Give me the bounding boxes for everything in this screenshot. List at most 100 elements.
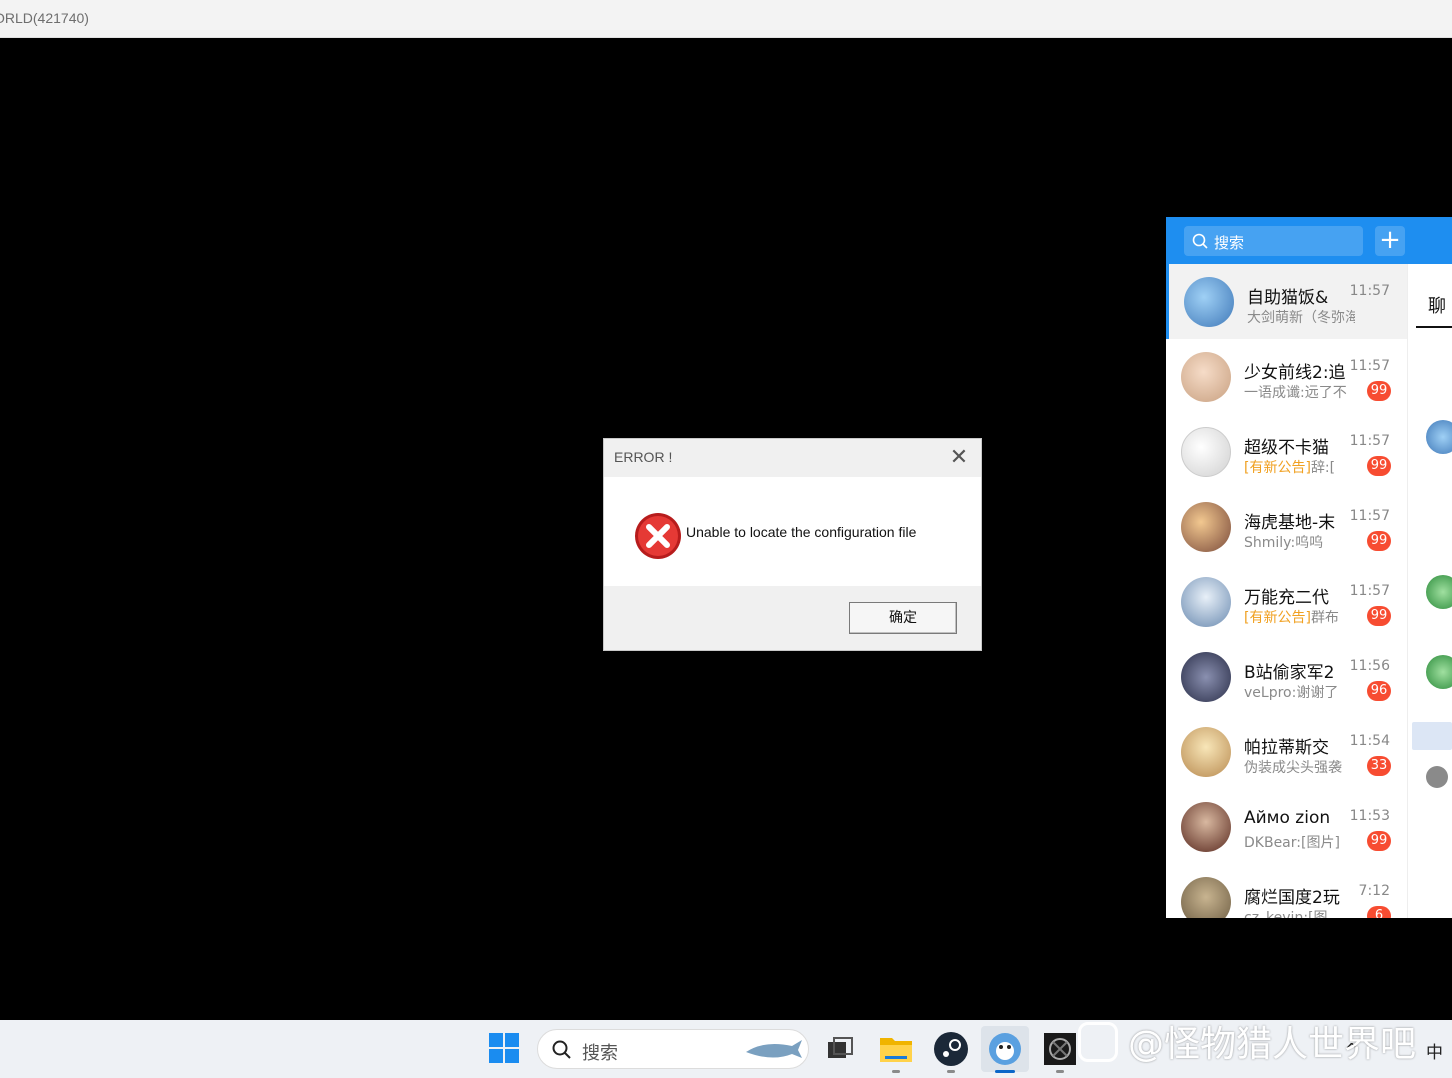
windows-start-icon[interactable] (489, 1033, 519, 1063)
search-icon (552, 1040, 571, 1059)
chat-item[interactable]: 帕拉蒂斯交 11:54 伪装成尖头强袭 33 (1166, 714, 1407, 789)
chat-preview: veLpro:谢谢了 (1244, 682, 1352, 702)
chat-item[interactable]: 超级不卡猫 11:57 [有新公告]辞:[ 99 (1166, 414, 1407, 489)
window-title: ORLD(421740) (0, 10, 89, 26)
error-icon (635, 513, 681, 559)
chat-notice: [有新公告] (1244, 610, 1311, 626)
unread-badge: 99 (1367, 831, 1391, 851)
qq-header: 搜索 + (1166, 217, 1452, 264)
reply-preview[interactable] (1412, 722, 1452, 750)
unread-badge: 96 (1367, 681, 1391, 701)
chat-item[interactable]: Аймо zion 11:53 DKBear:[图片] 99 (1166, 789, 1407, 864)
chat-item[interactable]: 自助猫饭& 11:57 大剑萌新（冬弥海潮 (1166, 264, 1407, 339)
chat-name: 腐烂国度2玩 (1244, 888, 1340, 908)
unread-badge: 99 (1367, 381, 1391, 401)
chat-name: B站偷家军2 (1244, 663, 1335, 683)
chat-time: 11:57 (1349, 358, 1390, 374)
taskbar-search-input[interactable]: 搜索 (537, 1029, 809, 1069)
unread-badge: 33 (1367, 756, 1391, 776)
chat-time: 11:57 (1349, 508, 1390, 524)
chat-time: 11:53 (1349, 808, 1390, 824)
chat-list: 自助猫饭& 11:57 大剑萌新（冬弥海潮 少女前线2:追 11:57 一语成谶… (1166, 264, 1407, 918)
chat-preview-text: 群布 (1310, 610, 1339, 626)
chat-preview: DKBear:[图片] (1244, 832, 1352, 852)
ok-button[interactable]: 确定 (849, 602, 957, 634)
avatar (1181, 427, 1231, 477)
error-dialog: ERROR ! ✕ Unable to locate the configura… (603, 438, 982, 651)
game-window-titlebar[interactable]: ORLD(421740) (0, 0, 1452, 38)
close-icon[interactable]: ✕ (945, 445, 973, 471)
chat-preview-text: 辞:[ (1310, 460, 1336, 476)
steam-icon[interactable] (932, 1030, 970, 1068)
unread-badge: 6 (1367, 906, 1391, 918)
running-indicator (892, 1070, 900, 1073)
running-indicator (1056, 1070, 1064, 1073)
chat-item[interactable]: 少女前线2:追 11:57 一语成谶:远了不 99 (1166, 339, 1407, 414)
chat-preview-text: veLpro:谢谢了 (1244, 685, 1339, 701)
avatar (1181, 802, 1231, 852)
chat-preview: [有新公告]群布 (1244, 607, 1352, 627)
chat-item[interactable]: B站偷家军2 11:56 veLpro:谢谢了 96 (1166, 639, 1407, 714)
chat-name: 海虎基地-末 (1244, 513, 1336, 533)
ime-indicator[interactable]: 中 (1426, 1038, 1443, 1063)
avatar (1181, 502, 1231, 552)
avatar (1184, 277, 1234, 327)
search-icon (1192, 233, 1208, 249)
chat-time: 11:57 (1349, 433, 1390, 449)
game-icon[interactable] (1041, 1030, 1079, 1068)
avatar (1181, 652, 1231, 702)
chat-name: 自助猫饭& (1247, 288, 1329, 308)
chat-time: 11:54 (1349, 733, 1390, 749)
dialog-titlebar[interactable]: ERROR ! ✕ (604, 439, 981, 477)
avatar[interactable] (1426, 575, 1452, 609)
chat-preview-text: 伪装成尖头强袭 (1244, 760, 1342, 776)
chat-time: 11:56 (1349, 658, 1390, 674)
chat-item[interactable]: 海虎基地-末 11:57 Shmily:呜呜 99 (1166, 489, 1407, 564)
chat-preview: 伪装成尖头强袭 (1244, 757, 1352, 777)
qq-icon[interactable] (986, 1030, 1024, 1068)
weibo-logo-icon (1078, 1022, 1118, 1062)
chat-preview-text: Shmily:呜呜 (1244, 535, 1324, 551)
chat-preview: 大剑萌新（冬弥海潮 (1247, 307, 1355, 327)
active-indicator (995, 1070, 1015, 1073)
chat-name: 超级不卡猫 (1244, 438, 1329, 458)
avatar (1181, 727, 1231, 777)
watermark: @怪物猎人世界吧 (1078, 1015, 1416, 1065)
dialog-body: Unable to locate the configuration file (604, 477, 981, 586)
qq-search-placeholder: 搜索 (1214, 234, 1245, 252)
dialog-message: Unable to locate the configuration file (686, 524, 917, 540)
chat-preview: cz_kevin:[图 (1244, 907, 1352, 918)
unread-badge: 99 (1367, 531, 1391, 551)
unread-badge: 99 (1367, 606, 1391, 626)
taskbar-search-placeholder: 搜索 (582, 1043, 618, 1064)
chat-name: 帕拉蒂斯交 (1244, 738, 1329, 758)
chat-notice: [有新公告] (1244, 460, 1311, 476)
chat-time: 11:57 (1349, 283, 1390, 299)
shark-icon (746, 1040, 802, 1058)
avatar[interactable] (1426, 655, 1452, 689)
qq-search-input[interactable]: 搜索 (1184, 226, 1363, 256)
watermark-text: @怪物猎人世界吧 (1128, 1024, 1417, 1065)
avatar (1181, 877, 1231, 918)
chat-item[interactable]: 腐烂国度2玩 7:12 cz_kevin:[图 6 (1166, 864, 1407, 918)
add-button[interactable]: + (1375, 226, 1405, 256)
chat-preview-text: cz_kevin:[图 (1244, 910, 1328, 918)
avatar[interactable] (1426, 420, 1452, 454)
chat-name: 万能充二代 (1244, 588, 1329, 608)
unread-badge: 99 (1367, 456, 1391, 476)
chat-item[interactable]: 万能充二代 11:57 [有新公告]群布 99 (1166, 564, 1407, 639)
running-indicator (947, 1070, 955, 1073)
emoji-icon[interactable] (1426, 766, 1448, 788)
chat-time: 7:12 (1358, 883, 1390, 899)
chat-name: 少女前线2:追 (1244, 363, 1346, 383)
chat-preview: Shmily:呜呜 (1244, 532, 1352, 552)
avatar (1181, 577, 1231, 627)
task-view-icon[interactable] (822, 1030, 860, 1068)
chat-preview: 一语成谶:远了不 (1244, 382, 1352, 402)
chat-preview-text: 大剑萌新（冬弥海潮 (1247, 310, 1355, 326)
file-explorer-icon[interactable] (877, 1030, 915, 1068)
chat-preview-text: 一语成谶:远了不 (1244, 385, 1347, 401)
tab-chat[interactable]: 聊 (1428, 292, 1446, 318)
chat-preview: [有新公告]辞:[ (1244, 457, 1352, 477)
dialog-title: ERROR ! (614, 449, 673, 465)
